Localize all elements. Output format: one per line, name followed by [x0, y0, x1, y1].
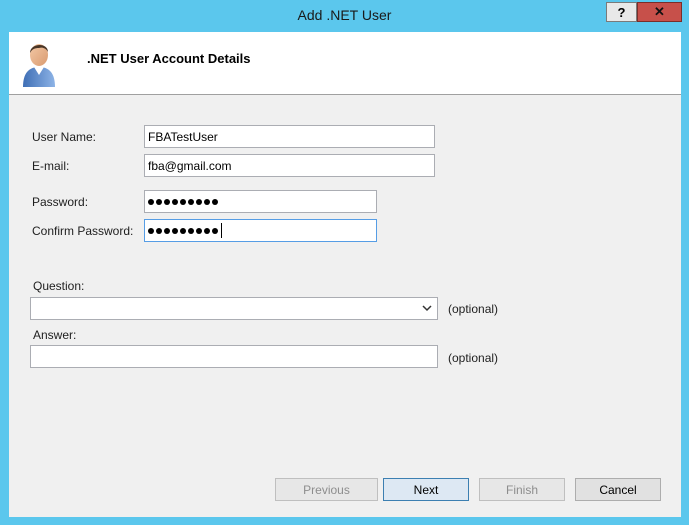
password-dot	[148, 227, 154, 234]
password-dot	[156, 227, 162, 234]
question-optional-note: (optional)	[448, 302, 499, 316]
password-dot	[164, 227, 170, 234]
password-dot	[148, 198, 154, 205]
email-label: E-mail:	[32, 159, 70, 173]
answer-optional-note: (optional)	[448, 351, 499, 365]
cancel-button[interactable]: Cancel	[575, 478, 661, 501]
dialog-body: .NET User Account Details User Name: E-m…	[9, 32, 681, 517]
password-dot	[196, 198, 202, 205]
question-dropdown[interactable]	[30, 297, 438, 320]
password-mask	[148, 198, 218, 205]
help-button[interactable]: ?	[606, 2, 637, 22]
user-name-label: User Name:	[32, 130, 97, 144]
finish-button[interactable]: Finish	[479, 478, 565, 501]
password-dot	[188, 198, 194, 205]
password-dot	[204, 198, 210, 205]
password-dot	[180, 227, 186, 234]
confirm-password-mask	[148, 227, 218, 234]
previous-button[interactable]: Previous	[275, 478, 378, 501]
password-dot	[172, 227, 178, 234]
confirm-password-label: Confirm Password:	[32, 224, 134, 238]
password-dot	[172, 198, 178, 205]
window-title: Add .NET User	[297, 7, 392, 23]
user-avatar-icon	[23, 44, 55, 87]
password-dot	[212, 227, 218, 234]
password-dot	[212, 198, 218, 205]
password-label: Password:	[32, 195, 89, 209]
password-dot	[196, 227, 202, 234]
close-button[interactable]: ✕	[637, 2, 682, 22]
confirm-password-field[interactable]	[144, 219, 377, 242]
password-dot	[188, 227, 194, 234]
chevron-down-icon	[422, 305, 432, 312]
password-field[interactable]	[144, 190, 377, 213]
answer-label: Answer:	[33, 328, 77, 342]
dialog-window: Add .NET User ? ✕ .NET User Account Deta…	[0, 0, 689, 525]
wizard-header: .NET User Account Details	[9, 32, 681, 95]
password-dot	[156, 198, 162, 205]
password-dot	[180, 198, 186, 205]
question-label: Question:	[33, 279, 85, 293]
password-dot	[164, 198, 170, 205]
answer-field[interactable]	[30, 345, 438, 368]
next-button[interactable]: Next	[383, 478, 469, 501]
user-name-field[interactable]	[144, 125, 435, 148]
text-caret	[221, 223, 222, 238]
password-dot	[204, 227, 210, 234]
close-icon: ✕	[654, 4, 665, 19]
title-bar[interactable]: Add .NET User ? ✕	[0, 0, 689, 32]
email-field[interactable]	[144, 154, 435, 177]
header-title: .NET User Account Details	[87, 51, 251, 66]
